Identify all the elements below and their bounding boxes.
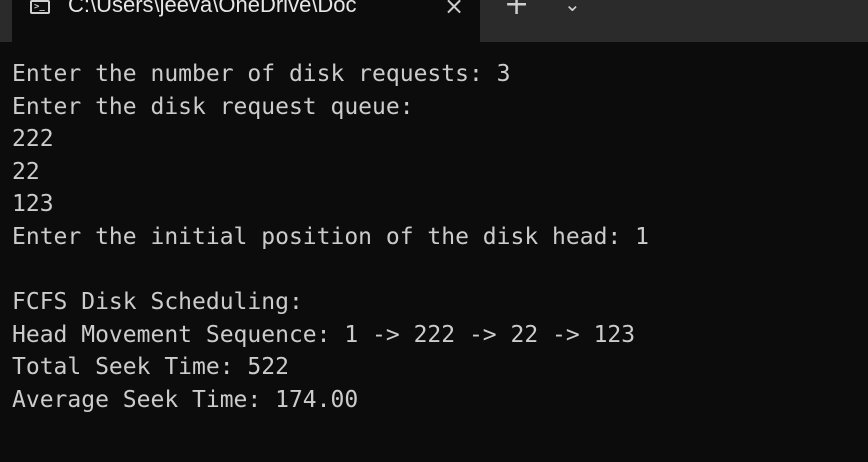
console-line: 22 <box>12 158 40 185</box>
console-output: Enter the number of disk requests: 3 Ent… <box>12 58 868 417</box>
tab-dropdown-button[interactable]: ⌄ <box>564 0 581 16</box>
new-tab-button[interactable]: + <box>504 0 529 20</box>
tab-bar: >_ C:\Users\jeeva\OneDrive\Doc × + ⌄ <box>0 0 868 42</box>
console-line: Enter the disk request queue: <box>12 93 414 120</box>
console-line: 222 <box>12 126 54 153</box>
console-line: Enter the initial position of the disk h… <box>12 223 649 250</box>
console-line: Average Seek Time: 174.00 <box>12 386 359 413</box>
console-line: FCFS Disk Scheduling: <box>12 289 303 316</box>
terminal-window: >_ C:\Users\jeeva\OneDrive\Doc × + ⌄ Ent… <box>0 0 868 462</box>
terminal-tab[interactable]: >_ C:\Users\jeeva\OneDrive\Doc × <box>12 0 480 42</box>
close-tab-button[interactable]: × <box>444 0 464 22</box>
console-line: Total Seek Time: 522 <box>12 354 289 381</box>
console-line: 123 <box>12 191 54 218</box>
console-line: Enter the number of disk requests: 3 <box>12 61 511 87</box>
console-line-blank <box>12 254 868 287</box>
terminal-icon: >_ <box>30 0 50 14</box>
tab-title: C:\Users\jeeva\OneDrive\Doc <box>68 0 357 17</box>
console-line: Head Movement Sequence: 1 -> 222 -> 22 -… <box>12 321 636 348</box>
